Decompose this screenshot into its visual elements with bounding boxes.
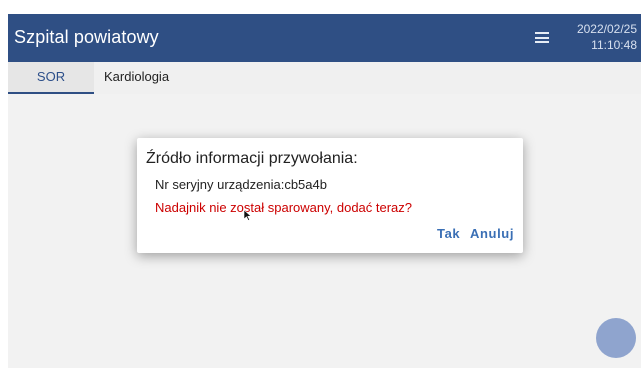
clock: 2022/02/25 11:10:48 bbox=[577, 21, 637, 53]
menu-icon[interactable] bbox=[535, 32, 549, 43]
app-bar: Szpital powiatowy 2022/02/25 11:10:48 bbox=[8, 14, 641, 62]
tab-bar: SOR Kardiologia bbox=[8, 62, 641, 94]
app-screen: Szpital powiatowy 2022/02/25 11:10:48 SO… bbox=[8, 14, 641, 368]
device-serial-number: Nr seryjny urządzenia:cb5a4b bbox=[155, 177, 327, 192]
dialog-title: Źródło informacji przywołania: bbox=[146, 150, 358, 167]
tab-kardiologia[interactable]: Kardiologia bbox=[104, 62, 224, 94]
app-title: Szpital powiatowy bbox=[14, 27, 159, 47]
clock-date: 2022/02/25 bbox=[576, 22, 637, 36]
mouse-cursor-icon bbox=[244, 210, 252, 221]
cancel-button[interactable]: Anuluj bbox=[470, 226, 514, 241]
pairing-warning: Nadajnik nie został sparowany, dodać ter… bbox=[155, 200, 413, 215]
clock-time: 11:10:48 bbox=[591, 38, 637, 52]
confirm-button[interactable]: Tak bbox=[437, 226, 460, 241]
recall-source-dialog: Źródło informacji przywołania: Nr seryjn… bbox=[137, 138, 523, 253]
floating-action-button[interactable] bbox=[596, 318, 636, 358]
tab-sor[interactable]: SOR bbox=[8, 62, 94, 94]
